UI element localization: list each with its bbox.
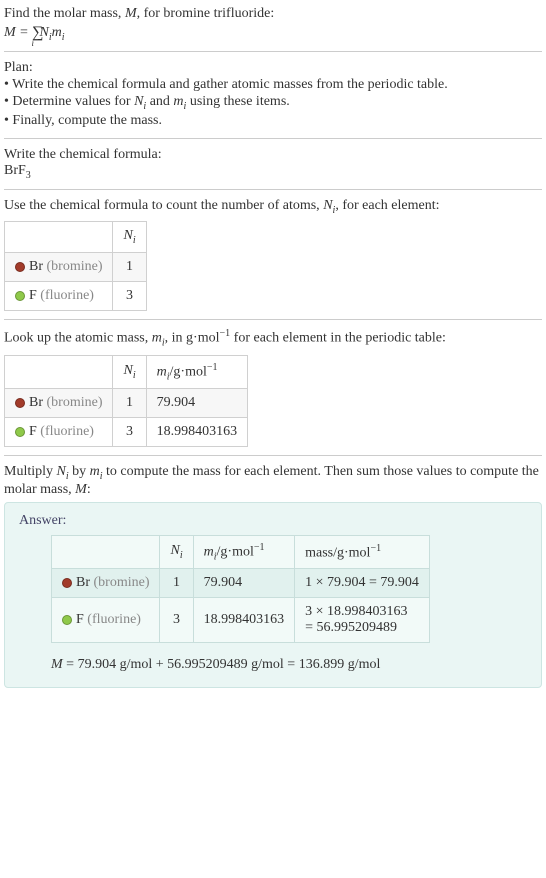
br-mi: 79.904 [193, 569, 295, 598]
element-br: Br (bromine) [52, 569, 160, 598]
multiply-text: Multiply Ni by mi to compute the mass fo… [4, 464, 542, 498]
element-f: F (fluorine) [5, 282, 113, 311]
f-mi: 18.998403163 [193, 598, 295, 643]
br-mass-expr: 1 × 79.904 = 79.904 [295, 569, 430, 598]
fluorine-dot-icon [15, 291, 25, 301]
fluorine-dot-icon [15, 427, 25, 437]
table-header-blank [5, 355, 113, 388]
plan-heading: Plan: [4, 60, 542, 76]
molar-mass-formula: M = ∑i Nimi [4, 24, 542, 43]
table-header-blank [52, 535, 160, 568]
table-row: F (fluorine) 3 18.998403163 [5, 418, 248, 447]
table-row: F (fluorine) 3 [5, 282, 147, 311]
table-row: Br (bromine) 1 79.904 [5, 389, 248, 418]
table-header-Ni: Ni [160, 535, 193, 568]
table-header-mi: mi/g·mol−1 [146, 355, 248, 388]
intro-text: Find the molar mass, M, for bromine trif… [4, 6, 542, 22]
chemical-formula-heading: Write the chemical formula: [4, 147, 542, 163]
count-atoms-table: Ni Br (bromine) 1 F (fluorine) 3 [4, 221, 147, 311]
plan-section: Plan: • Write the chemical formula and g… [4, 52, 542, 139]
atomic-mass-table: Ni mi/g·mol−1 Br (bromine) 1 79.904 F (f… [4, 355, 248, 447]
br-mass: 79.904 [146, 389, 248, 418]
element-f: F (fluorine) [52, 598, 160, 643]
f-mass-expr: 3 × 18.998403163 = 56.995209489 [295, 598, 430, 643]
chemical-formula-value: BrF3 [4, 163, 542, 181]
atomic-mass-heading: Look up the atomic mass, mi, in g·mol−1 … [4, 328, 542, 348]
plan-bullet-2: • Determine values for Ni and mi using t… [4, 94, 542, 112]
count-atoms-heading: Use the chemical formula to count the nu… [4, 198, 542, 216]
chemical-formula-section: Write the chemical formula: BrF3 [4, 139, 542, 190]
table-row: F (fluorine) 3 18.998403163 3 × 18.99840… [52, 598, 430, 643]
table-row: Br (bromine) 1 79.904 1 × 79.904 = 79.90… [52, 569, 430, 598]
br-count: 1 [160, 569, 193, 598]
table-header-blank [5, 222, 113, 253]
table-row: Br (bromine) 1 [5, 253, 147, 282]
table-header-Ni: Ni [113, 222, 146, 253]
atomic-mass-section: Look up the atomic mass, mi, in g·mol−1 … [4, 320, 542, 456]
multiply-section: Multiply Ni by mi to compute the mass fo… [4, 456, 542, 696]
answer-table: Ni mi/g·mol−1 mass/g·mol−1 Br (bromine) … [51, 535, 430, 643]
element-f: F (fluorine) [5, 418, 113, 447]
bromine-dot-icon [15, 398, 25, 408]
final-result: M = 79.904 g/mol + 56.995209489 g/mol = … [51, 657, 527, 673]
answer-label: Answer: [19, 513, 527, 529]
element-br: Br (bromine) [5, 253, 113, 282]
intro-section: Find the molar mass, M, for bromine trif… [4, 4, 542, 52]
plan-bullet-3: • Finally, compute the mass. [4, 113, 542, 129]
table-header-Ni: Ni [113, 355, 146, 388]
count-atoms-section: Use the chemical formula to count the nu… [4, 190, 542, 321]
f-count: 3 [160, 598, 193, 643]
f-mass: 18.998403163 [146, 418, 248, 447]
br-count: 1 [113, 253, 146, 282]
bromine-dot-icon [62, 578, 72, 588]
f-count: 3 [113, 418, 146, 447]
plan-bullet-1: • Write the chemical formula and gather … [4, 77, 542, 93]
element-br: Br (bromine) [5, 389, 113, 418]
br-count: 1 [113, 389, 146, 418]
table-header-mass: mass/g·mol−1 [295, 535, 430, 568]
f-count: 3 [113, 282, 146, 311]
table-header-mi: mi/g·mol−1 [193, 535, 295, 568]
answer-box: Answer: Ni mi/g·mol−1 mass/g·mol−1 Br (b… [4, 502, 542, 688]
fluorine-dot-icon [62, 615, 72, 625]
bromine-dot-icon [15, 262, 25, 272]
